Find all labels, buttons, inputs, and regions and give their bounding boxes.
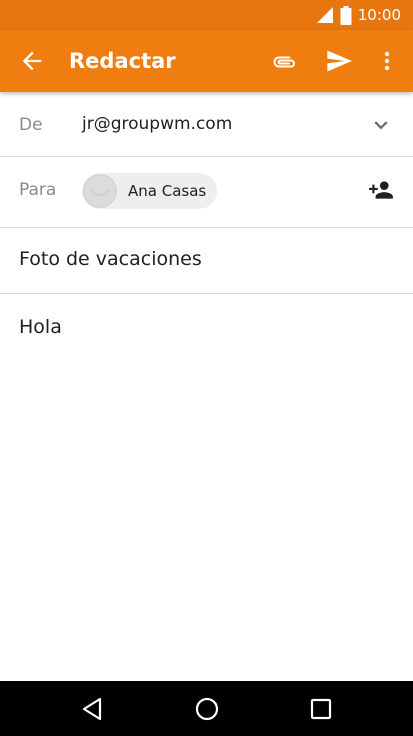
square-recent-icon[interactable] <box>309 697 333 721</box>
message-body[interactable]: Hola <box>19 316 62 338</box>
from-value[interactable]: jr@groupwm.com <box>82 114 232 134</box>
subject-row[interactable]: Foto de vacaciones <box>0 228 413 294</box>
recipient-name: Ana Casas <box>128 182 207 200</box>
navigation-bar <box>0 681 413 736</box>
battery-icon <box>340 5 352 25</box>
from-row[interactable]: De jr@groupwm.com <box>0 92 413 157</box>
to-label: Para <box>19 180 57 200</box>
recipient-chip[interactable]: Ana Casas <box>82 173 217 209</box>
page-title: Redactar <box>69 49 176 73</box>
triangle-back-icon[interactable] <box>80 696 104 722</box>
status-time: 10:00 <box>357 6 401 24</box>
paperclip-icon[interactable] <box>270 48 298 76</box>
signal-icon <box>316 7 333 23</box>
subject-input[interactable]: Foto de vacaciones <box>19 248 202 270</box>
person-add-icon[interactable] <box>366 177 396 203</box>
status-bar: 10:00 <box>0 0 413 30</box>
avatar <box>83 174 117 208</box>
more-vert-icon[interactable] <box>376 47 398 75</box>
to-row[interactable]: Para Ana Casas <box>0 157 413 228</box>
from-label: De <box>19 115 43 135</box>
send-icon[interactable] <box>325 47 353 75</box>
arrow-back-icon[interactable] <box>18 47 46 75</box>
smiley-icon <box>83 174 117 208</box>
app-bar: Redactar <box>0 30 413 92</box>
circle-home-icon[interactable] <box>194 696 220 722</box>
chevron-down-icon[interactable] <box>368 112 394 138</box>
